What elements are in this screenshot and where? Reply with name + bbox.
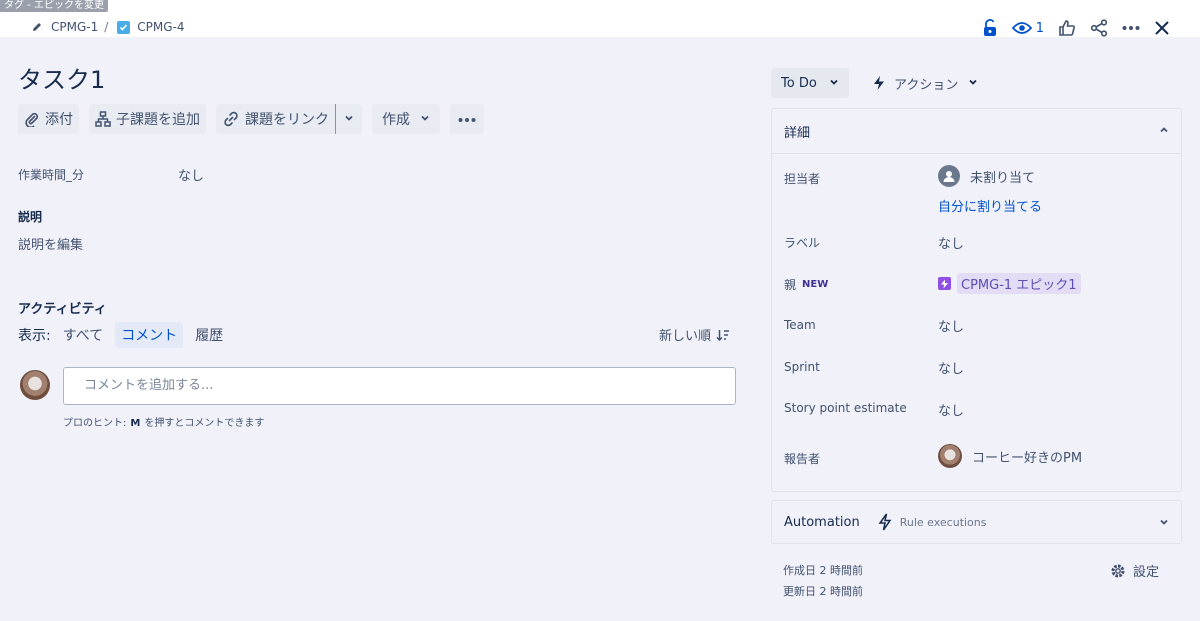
assignee-value[interactable]: 未割り当て [938, 165, 1035, 187]
lightning-icon [872, 75, 886, 91]
thumbs-up-icon[interactable] [1058, 17, 1076, 39]
automation-panel[interactable]: Automation Rule executions [771, 500, 1182, 544]
team-label: Team [784, 318, 816, 332]
reporter-name: コーヒー好きのPM [972, 450, 1083, 466]
task-type-icon[interactable] [116, 20, 130, 34]
assignee-label: 担当者 [784, 172, 821, 186]
chevron-down-icon [1159, 517, 1169, 527]
chevron-down-icon [344, 111, 354, 127]
labels-label: ラベル [784, 236, 821, 250]
automation-title: Automation [784, 514, 860, 530]
breadcrumb-separator: / [104, 20, 109, 34]
parent-value[interactable]: CPMG-1 エピック1 [938, 273, 1081, 294]
actions-button[interactable]: アクション [866, 68, 984, 98]
eye-icon [1011, 22, 1032, 34]
parent-label: 親 [784, 278, 797, 292]
story-points-value[interactable]: なし [938, 400, 964, 419]
story-points-label: Story point estimate [784, 401, 907, 415]
tooltip: タグ - エピックを変更 [0, 0, 108, 12]
new-badge: NEW [802, 279, 829, 290]
chevron-down-icon [829, 76, 839, 91]
pro-tip: プロのヒント: M を押すとコメントできます [63, 414, 264, 429]
top-actions: 1 [968, 17, 1170, 39]
epic-icon [938, 277, 951, 290]
attach-label: 添付 [45, 112, 73, 128]
actions-label: アクション [894, 77, 959, 93]
description-heading: 説明 [18, 210, 43, 224]
filter-comments[interactable]: コメント [115, 322, 184, 348]
comment-input[interactable]: コメントを追加する... [63, 367, 736, 405]
close-icon[interactable] [1154, 17, 1170, 39]
settings-button[interactable]: 設定 [1110, 561, 1159, 580]
details-panel: 詳細 担当者 未割り当て 自分に割り当てる ラベル なし 親 NEW CPMG-… [771, 108, 1182, 492]
assign-to-me-link[interactable]: 自分に割り当てる [938, 196, 1042, 215]
pencil-icon [30, 20, 44, 34]
activity-heading: アクティビティ [18, 302, 107, 317]
chevron-down-icon [420, 111, 430, 127]
more-icon [458, 111, 476, 127]
chevron-down-icon [968, 76, 978, 91]
description-field[interactable]: 説明を編集 [18, 234, 83, 253]
more-actions-button[interactable] [450, 104, 484, 134]
breadcrumb-current-link[interactable]: CPMG-4 [137, 20, 184, 34]
create-button[interactable]: 作成 [372, 104, 440, 134]
parent-label-row: 親 NEW [784, 276, 828, 293]
reporter-label: 報告者 [784, 452, 821, 466]
issue-title[interactable]: タスク1 [18, 60, 105, 95]
attach-button[interactable]: 添付 [18, 104, 79, 134]
activity-filters: 表示: すべて コメント 履歴 [18, 322, 229, 348]
reporter-avatar [938, 444, 962, 468]
settings-label: 設定 [1133, 565, 1160, 580]
link-issue-dropdown[interactable] [335, 104, 362, 134]
sprint-label: Sprint [784, 360, 820, 374]
add-child-label: 子課題を追加 [116, 112, 200, 128]
updated-date: 更新日 2 時間前 [783, 585, 863, 598]
work-time-value[interactable]: なし [178, 165, 204, 184]
lock-icon[interactable] [982, 17, 998, 39]
sort-label: 新しい順 [658, 329, 711, 344]
details-header[interactable]: 詳細 [772, 109, 1181, 154]
unassigned-avatar-icon [938, 165, 960, 187]
breadcrumb: CPMG-1 / CPMG-4 [30, 20, 185, 34]
labels-value[interactable]: なし [938, 233, 964, 252]
lightning-icon [878, 513, 892, 531]
hierarchy-icon [95, 111, 111, 127]
current-user-avatar [20, 370, 50, 400]
top-bar: タグ - エピックを変更 CPMG-1 / CPMG-4 1 [0, 0, 1200, 37]
automation-subtitle: Rule executions [899, 515, 987, 529]
show-label: 表示: [18, 328, 51, 344]
assignee-name: 未割り当て [970, 170, 1036, 186]
pro-tip-suffix: を押すとコメントできます [144, 418, 265, 429]
sprint-value[interactable]: なし [938, 358, 964, 377]
paperclip-icon [24, 111, 40, 127]
share-icon[interactable] [1090, 17, 1108, 39]
link-issue-label: 課題をリンク [245, 112, 329, 128]
parent-epic-link[interactable]: CPMG-1 エピック1 [957, 273, 1081, 294]
team-value[interactable]: なし [938, 316, 964, 335]
sort-icon [716, 329, 730, 341]
more-icon[interactable] [1122, 17, 1140, 39]
issue-toolbar: 添付 子課題を追加 課題をリンク 作成 [18, 104, 494, 134]
sort-button[interactable]: 新しい順 [659, 325, 730, 344]
chevron-up-icon [1159, 124, 1169, 139]
reporter-value[interactable]: コーヒー好きのPM [938, 444, 1082, 468]
details-heading: 詳細 [784, 125, 811, 141]
pro-tip-prefix: プロのヒント: [63, 418, 127, 429]
link-icon [222, 110, 240, 128]
watch-button[interactable]: 1 [1011, 17, 1044, 39]
create-label: 作成 [382, 112, 410, 128]
status-button[interactable]: To Do [771, 68, 849, 98]
created-date: 作成日 2 時間前 [783, 564, 863, 577]
watch-count: 1 [1035, 20, 1044, 36]
status-label: To Do [781, 75, 817, 91]
link-issue-button[interactable]: 課題をリンク [216, 104, 335, 134]
add-child-button[interactable]: 子課題を追加 [89, 104, 206, 134]
gear-icon [1110, 563, 1126, 579]
breadcrumb-parent-link[interactable]: CPMG-1 [51, 20, 98, 34]
work-time-label: 作業時間_分 [18, 168, 85, 182]
filter-all[interactable]: すべて [57, 322, 109, 348]
pro-tip-key: M [130, 418, 141, 429]
filter-history[interactable]: 履歴 [189, 322, 229, 348]
